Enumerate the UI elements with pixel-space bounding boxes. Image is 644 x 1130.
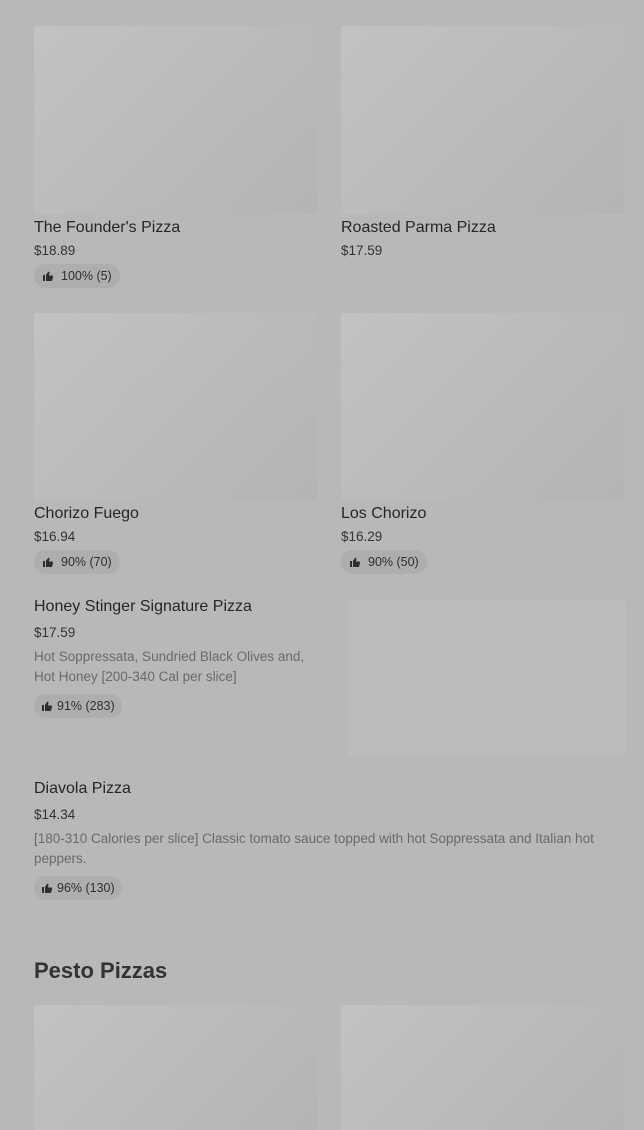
item-description: [180-310 Calories per slice] Classic tom… [34, 831, 594, 866]
menu-item-card[interactable]: The Founder's Pizza $18.89 100% (5) [34, 26, 318, 291]
menu-item-card[interactable]: Roasted Parma Pizza $17.59 [341, 26, 625, 291]
item-description: Hot Soppressata, Sundried Black Olives a… [34, 649, 305, 684]
item-image [341, 313, 624, 501]
item-name: Honey Stinger Signature Pizza [34, 598, 252, 615]
item-image [34, 313, 317, 501]
item-name: Roasted Parma Pizza [341, 219, 496, 236]
rating-text: 90% (50) [368, 555, 419, 569]
thumbs-up-icon [41, 882, 53, 894]
item-price: $16.94 [34, 529, 76, 544]
menu-item-row[interactable]: Diavola Pizza $14.34 [180-310 Calories p… [34, 778, 626, 908]
item-image [34, 26, 317, 214]
item-name: The Founder's Pizza [34, 219, 181, 236]
rating-badge: 90% (50) [341, 550, 427, 574]
thumbs-up-icon [42, 270, 54, 282]
item-name: Los Chorizo [341, 505, 427, 522]
item-price: $17.59 [34, 625, 76, 640]
thumbs-up-icon [41, 700, 53, 712]
item-image [348, 600, 626, 756]
rating-text: 90% (70) [61, 555, 112, 569]
rating-badge: 96% (130) [34, 876, 122, 900]
item-image[interactable] [341, 1005, 624, 1130]
item-image[interactable] [34, 1005, 317, 1130]
rating-badge: 91% (283) [34, 694, 122, 718]
item-name: Chorizo Fuego [34, 505, 139, 522]
item-price: $14.34 [34, 807, 76, 822]
menu-item-card[interactable]: Chorizo Fuego $16.94 90% (70) [34, 313, 318, 578]
thumbs-up-icon [349, 556, 361, 568]
item-image [341, 26, 624, 214]
previous-row-cutoff [0, 0, 644, 6]
section-title: Pesto Pizzas [34, 958, 168, 983]
rating-badge: 90% (70) [34, 550, 120, 574]
item-price: $16.29 [341, 529, 383, 544]
item-price: $17.59 [341, 243, 383, 258]
rating-text: 91% (283) [57, 699, 115, 713]
rating-badge: 100% (5) [34, 264, 120, 288]
item-name: Diavola Pizza [34, 780, 131, 797]
rating-text: 100% (5) [61, 269, 112, 283]
rating-text: 96% (130) [57, 881, 115, 895]
item-price: $18.89 [34, 243, 76, 258]
menu-item-row[interactable]: Honey Stinger Signature Pizza $17.59 Hot… [34, 596, 626, 758]
thumbs-up-icon [42, 556, 54, 568]
menu-item-card[interactable]: Los Chorizo $16.29 90% (50) [341, 313, 625, 578]
